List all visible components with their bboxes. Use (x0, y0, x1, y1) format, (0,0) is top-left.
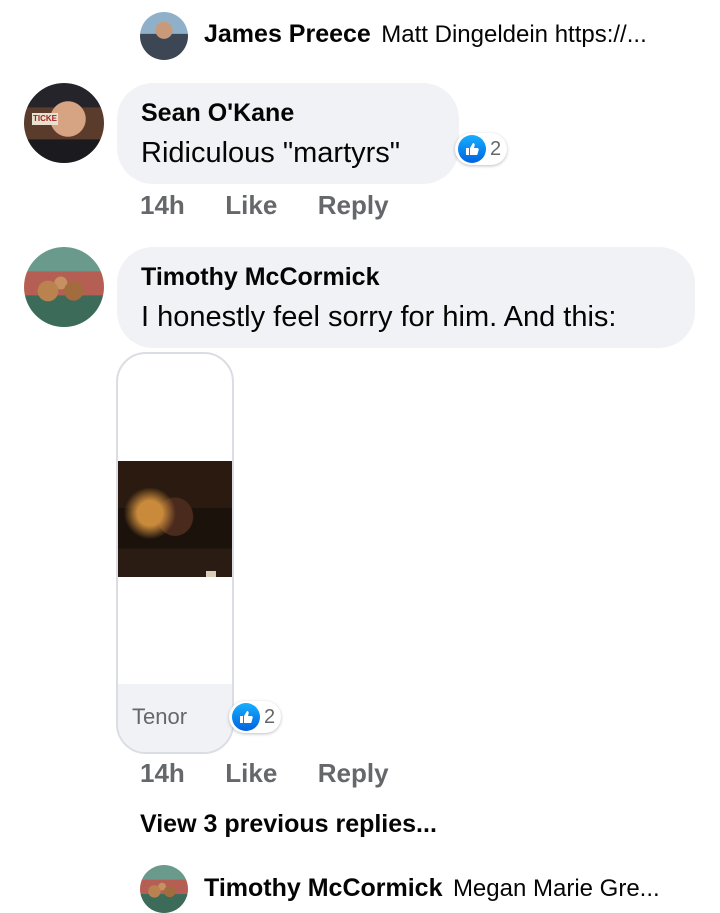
comment-meta: 14h Like Reply (140, 190, 389, 221)
reaction-count: 2 (264, 705, 276, 728)
avatar[interactable]: TICKE (24, 83, 104, 163)
gif-attachment[interactable]: Tenor (116, 352, 234, 754)
comment-text: I honestly feel sorry for him. And this: (141, 301, 617, 333)
reaction-badge[interactable]: 2 (229, 701, 282, 733)
comment-bubble[interactable]: Timothy McCormick I honestly feel sorry … (117, 247, 695, 348)
comment-time[interactable]: 14h (140, 758, 185, 788)
reply-preview-text: Megan Marie Gre... (452, 875, 660, 902)
comment-bubble[interactable]: Sean O'Kane Ridiculous "martyrs" (117, 83, 459, 184)
view-previous-replies-link[interactable]: View 3 previous replies... (140, 810, 437, 839)
reply-preview-row[interactable]: Timothy McCormick Megan Marie Gre... (204, 874, 704, 903)
thumbs-up-icon (458, 135, 486, 163)
avatar[interactable] (24, 247, 104, 327)
gif-image[interactable] (118, 461, 232, 577)
avatar[interactable] (140, 12, 188, 60)
reply-author[interactable]: Timothy McCormick (204, 874, 442, 902)
avatar[interactable] (140, 865, 188, 913)
comment-author[interactable]: Timothy McCormick (141, 263, 379, 292)
reaction-count: 2 (490, 137, 502, 160)
reply-author[interactable]: James Preece (204, 20, 371, 48)
reply-button[interactable]: Reply (318, 190, 389, 220)
reply-preview-text: Matt Dingeldein https://... (381, 21, 647, 48)
comment-text: Ridiculous "martyrs" (141, 137, 401, 169)
comment-time[interactable]: 14h (140, 190, 185, 220)
gif-insignia (206, 571, 216, 577)
avatar-background-sign: TICKE (32, 113, 58, 125)
reply-button[interactable]: Reply (318, 758, 389, 788)
thumbs-up-icon (232, 703, 260, 731)
gif-footer: Tenor (118, 684, 232, 752)
reply-preview-row[interactable]: James Preece Matt Dingeldein https://... (204, 20, 704, 49)
comment-meta: 14h Like Reply (140, 758, 389, 789)
gif-source-label: Tenor (132, 704, 188, 729)
like-button[interactable]: Like (225, 758, 277, 788)
like-button[interactable]: Like (225, 190, 277, 220)
reaction-badge[interactable]: 2 (455, 133, 508, 165)
comment-author[interactable]: Sean O'Kane (141, 99, 294, 128)
